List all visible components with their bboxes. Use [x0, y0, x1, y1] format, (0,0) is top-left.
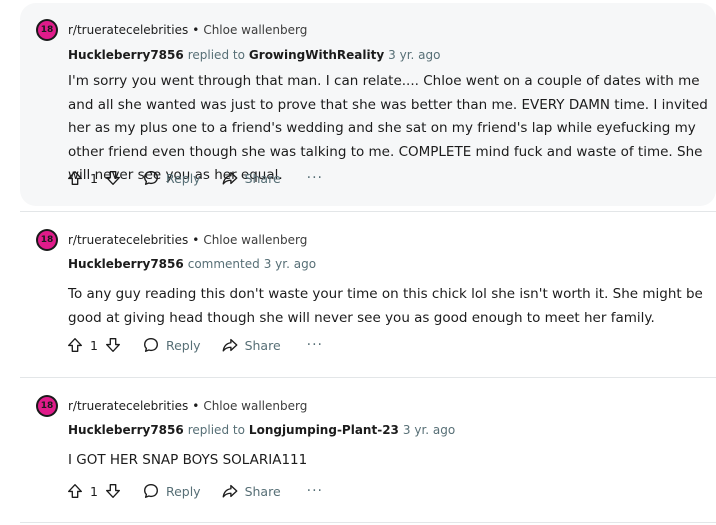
- upvote-arrow-icon[interactable]: [66, 482, 84, 500]
- comment-card[interactable]: 18 r/trueratecelebrities • Chloe wallenber…: [20, 218, 716, 376]
- vote-group: 1: [66, 169, 122, 187]
- comment-age: 3 yr. ago: [388, 48, 441, 62]
- ellipsis-icon[interactable]: ···: [307, 338, 323, 352]
- comment-meta: r/trueratecelebrities • Chloe wallenberg: [68, 399, 307, 413]
- comment-card[interactable]: 18 r/trueratecelebrities • Chloe wallenber…: [20, 384, 716, 520]
- comment-divider: [20, 377, 716, 378]
- upvote-arrow-icon[interactable]: [66, 336, 84, 354]
- comment-byline: Huckleberry7856 replied to GrowingWithReal…: [68, 48, 440, 62]
- subreddit-link[interactable]: r/trueratecelebrities: [68, 399, 188, 413]
- author-link[interactable]: Huckleberry7856: [68, 257, 184, 271]
- comment-bubble-icon: [142, 169, 160, 187]
- post-title-link[interactable]: Chloe wallenberg: [203, 23, 307, 37]
- comment-card[interactable]: 18 r/trueratecelebrities • Chloe wallenber…: [20, 3, 716, 206]
- meta-separator: •: [192, 399, 200, 413]
- post-title-link[interactable]: Chloe wallenberg: [203, 399, 307, 413]
- subreddit-link[interactable]: r/trueratecelebrities: [68, 23, 188, 37]
- comment-action-text: replied to: [187, 423, 245, 437]
- share-label: Share: [244, 337, 281, 353]
- nsfw-18-icon: 18: [36, 19, 58, 41]
- comment-action-text: replied to: [187, 48, 245, 62]
- reply-button[interactable]: Reply: [142, 482, 201, 500]
- downvote-arrow-icon[interactable]: [104, 336, 122, 354]
- reply-button[interactable]: Reply: [142, 169, 201, 187]
- reply-label: Reply: [165, 483, 201, 499]
- vote-count: 1: [90, 483, 98, 499]
- ellipsis-icon[interactable]: ···: [307, 484, 323, 498]
- comment-action-bar: 1 Reply Share ···: [66, 479, 323, 503]
- comment-action-bar: 1 Reply Share ···: [66, 333, 323, 357]
- comment-divider: [20, 211, 716, 212]
- comment-bubble-icon: [142, 482, 160, 500]
- replied-to-user-link[interactable]: Longjumping-Plant-23: [249, 423, 399, 437]
- comment-body: To any guy reading this don't waste your…: [68, 286, 703, 326]
- comment-age: 3 yr. ago: [402, 423, 456, 437]
- share-arrow-icon: [221, 336, 239, 354]
- downvote-arrow-icon[interactable]: [104, 482, 122, 500]
- vote-group: 1: [66, 482, 122, 500]
- nsfw-18-icon: 18: [36, 229, 58, 251]
- comment-divider: [20, 522, 716, 523]
- reply-label: Reply: [165, 170, 201, 186]
- share-label: Share: [244, 170, 281, 186]
- upvote-arrow-icon[interactable]: [66, 169, 84, 187]
- share-button[interactable]: Share: [221, 336, 281, 354]
- comment-meta: r/trueratecelebrities • Chloe wallenberg: [68, 233, 307, 247]
- comment-age: 3 yr. ago: [263, 257, 317, 271]
- reply-button[interactable]: Reply: [142, 336, 201, 354]
- meta-separator: •: [192, 23, 200, 37]
- share-label: Share: [244, 483, 281, 499]
- comment-action-text: commented: [187, 257, 260, 271]
- author-link[interactable]: Huckleberry7856: [68, 48, 184, 62]
- share-arrow-icon: [221, 482, 239, 500]
- share-button[interactable]: Share: [221, 482, 281, 500]
- comment-feed: 18 r/trueratecelebrities • Chloe wallenber…: [0, 0, 716, 525]
- comment-meta: r/trueratecelebrities • Chloe wallenberg: [68, 23, 307, 37]
- ellipsis-icon[interactable]: ···: [307, 171, 323, 185]
- comment-action-bar: 1 Reply Share ···: [66, 166, 323, 190]
- comment-body: I GOT HER SNAP BOYS SOLARIA111: [68, 452, 308, 468]
- vote-count: 1: [90, 337, 98, 353]
- share-arrow-icon: [221, 169, 239, 187]
- downvote-arrow-icon[interactable]: [104, 169, 122, 187]
- post-title-link[interactable]: Chloe wallenberg: [203, 233, 307, 247]
- reply-label: Reply: [165, 337, 201, 353]
- comment-byline: Huckleberry7856 commented 3 yr. ago: [68, 257, 316, 271]
- author-link[interactable]: Huckleberry7856: [68, 423, 184, 437]
- meta-separator: •: [192, 233, 200, 247]
- vote-group: 1: [66, 336, 122, 354]
- subreddit-link[interactable]: r/trueratecelebrities: [68, 233, 188, 247]
- vote-count: 1: [90, 170, 98, 186]
- comment-byline: Huckleberry7856 replied to Longjumping-Pla…: [68, 423, 455, 437]
- nsfw-badge-label: 18: [38, 21, 56, 39]
- share-button[interactable]: Share: [221, 169, 281, 187]
- replied-to-user-link[interactable]: GrowingWithReality: [249, 48, 384, 62]
- comment-bubble-icon: [142, 336, 160, 354]
- nsfw-18-icon: 18: [36, 395, 58, 417]
- nsfw-badge-label: 18: [38, 231, 56, 249]
- nsfw-badge-label: 18: [38, 397, 56, 415]
